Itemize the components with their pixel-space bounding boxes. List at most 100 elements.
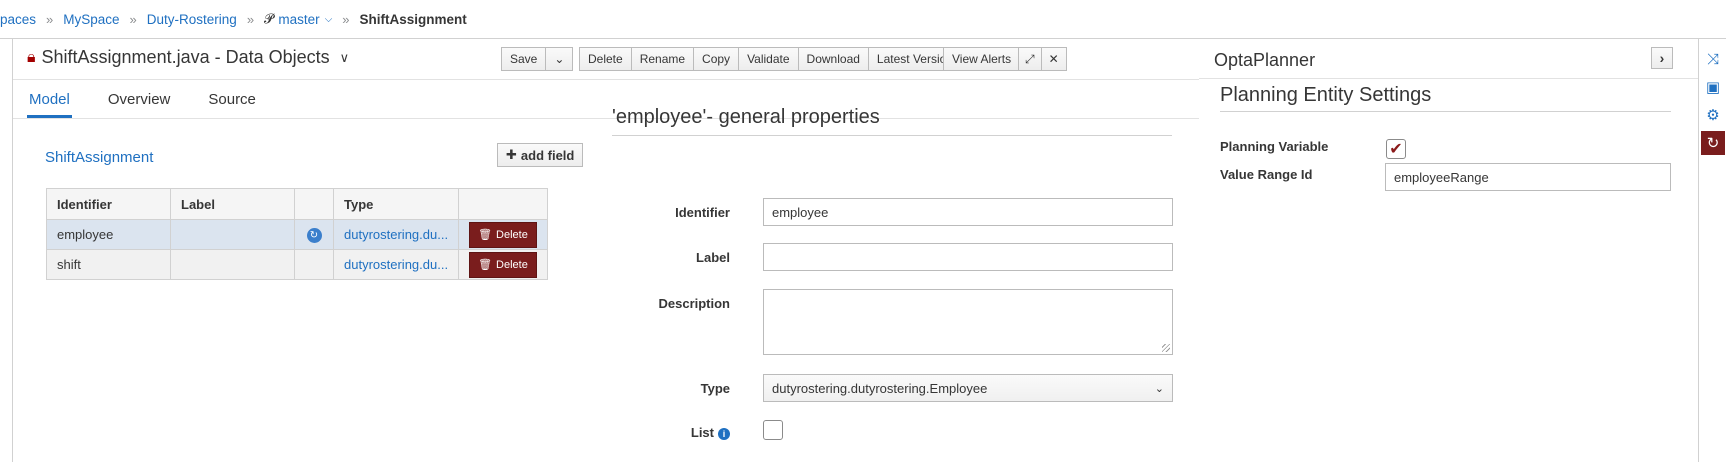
download-button[interactable]: Download: [797, 47, 869, 71]
window-controls: ⤢ ✕: [1018, 47, 1067, 71]
delete-cell: 🗑︎ Delete: [458, 249, 548, 280]
field-identifier: shift: [46, 249, 171, 280]
chevron-down-icon: ⌄: [554, 52, 565, 66]
expand-icon: ⤢: [1025, 51, 1035, 66]
copy-button[interactable]: Copy: [693, 47, 740, 71]
identifier-label: Identifier: [675, 205, 730, 220]
delete-label: Delete: [496, 258, 528, 271]
breadcrumb-separator: »: [46, 11, 54, 27]
field-type-link[interactable]: dutyrostering.du...: [332, 219, 460, 250]
planning-variable-cell: ↻: [294, 219, 334, 250]
label-input[interactable]: [763, 243, 1173, 271]
fields-table: Identifier Label Type employee ↻ dutyros…: [46, 188, 548, 280]
label-label: Label: [696, 250, 730, 265]
description-label: Description: [658, 296, 730, 311]
field-label: [170, 249, 295, 280]
planning-variable-cell: [294, 249, 334, 280]
planning-variable-label: Planning Variable: [1220, 139, 1329, 154]
add-field-button[interactable]: ✚ add field: [497, 143, 584, 167]
field-label: [170, 219, 295, 250]
list-label: List: [690, 425, 714, 440]
editor-title-bar: 🔒︎ ShiftAssignment.java - Data Objects ∨…: [13, 39, 1199, 80]
breadcrumb-separator: »: [129, 11, 137, 27]
optaplanner-header-divider: [1199, 78, 1698, 79]
file-title-menu[interactable]: 🔒︎ ShiftAssignment.java - Data Objects ∨: [27, 47, 349, 68]
general-properties-title: 'employee'- general properties: [612, 106, 880, 128]
breadcrumb-spaces[interactable]: paces: [0, 12, 36, 27]
type-label: Type: [700, 381, 730, 396]
table-header-row: Identifier Label Type: [46, 188, 548, 220]
chevron-down-icon: ∨: [339, 49, 350, 65]
breadcrumb-duty-rostering[interactable]: Duty-Rostering: [147, 12, 237, 27]
column-header-label: Label: [170, 188, 295, 220]
optaplanner-icon[interactable]: ↻: [1701, 131, 1725, 155]
add-field-label: add field: [520, 147, 575, 163]
plus-icon: ✚: [506, 147, 517, 162]
table-row[interactable]: employee ↻ dutyrostering.du... 🗑︎ Delete: [46, 219, 548, 250]
close-button[interactable]: ✕: [1040, 47, 1067, 71]
column-header-actions: [458, 188, 548, 220]
delete-cell: 🗑︎ Delete: [458, 219, 548, 250]
field-type-link[interactable]: dutyrostering.du...: [332, 249, 460, 280]
briefcase-icon[interactable]: ▣: [1701, 75, 1725, 99]
maximize-button[interactable]: ⤢: [1018, 47, 1042, 71]
list-checkbox[interactable]: [763, 420, 783, 440]
table-row[interactable]: shift dutyrostering.du... 🗑︎ Delete: [46, 249, 548, 280]
trash-icon: 🗑︎: [478, 259, 493, 271]
tab-source[interactable]: Source: [206, 80, 258, 118]
branch-selector[interactable]: 𝓟 master ⌵: [264, 11, 332, 27]
settings-divider: [1220, 111, 1671, 112]
branch-name: master: [278, 11, 320, 27]
side-tool-strip: ⤨ ▣ ⚙ ↻: [1698, 39, 1726, 462]
delete-label: Delete: [496, 228, 528, 241]
breadcrumb: paces » MySpace » Duty-Rostering » 𝓟 mas…: [0, 0, 1726, 39]
tabs-divider: [13, 118, 1199, 119]
type-select-value: dutyrostering.dutyrostering.Employee: [772, 380, 988, 396]
optaplanner-icon: ↻: [306, 228, 322, 243]
column-header-type: Type: [332, 188, 460, 220]
shuffle-icon[interactable]: ⤨: [1701, 47, 1725, 71]
save-button[interactable]: Save: [501, 47, 547, 71]
column-header-icon: [294, 188, 334, 220]
breadcrumb-separator: »: [246, 11, 255, 27]
gear-icon[interactable]: ⚙: [1701, 103, 1725, 127]
column-header-identifier: Identifier: [46, 188, 171, 220]
planning-variable-checkbox[interactable]: ✔: [1386, 139, 1406, 159]
data-object-name[interactable]: ShiftAssignment: [45, 149, 153, 166]
latest-version-label: Latest Version: [876, 52, 953, 66]
value-range-id-label: Value Range Id: [1220, 167, 1313, 182]
tab-overview[interactable]: Overview: [106, 80, 173, 118]
lock-icon: 🔒︎: [27, 48, 36, 66]
breadcrumb-myspace[interactable]: MySpace: [63, 12, 119, 27]
resize-handle-icon[interactable]: [1162, 344, 1170, 352]
description-textarea[interactable]: [763, 289, 1173, 355]
save-group: Save ⌄: [501, 47, 574, 71]
checkmark-icon: ✔: [1389, 141, 1403, 158]
view-alerts-button[interactable]: View Alerts: [943, 47, 1021, 71]
rename-button[interactable]: Rename: [630, 47, 695, 71]
value-range-id-input[interactable]: employeeRange: [1385, 163, 1671, 191]
trash-icon: 🗑︎: [478, 229, 493, 241]
planning-entity-settings-title: Planning Entity Settings: [1220, 84, 1432, 106]
type-select[interactable]: dutyrostering.dutyrostering.Employee ⌄: [763, 374, 1173, 402]
tab-model[interactable]: Model: [27, 80, 72, 118]
identifier-input[interactable]: employee: [763, 198, 1173, 226]
delete-field-button[interactable]: 🗑︎ Delete: [469, 251, 537, 278]
breadcrumb-separator: »: [342, 11, 350, 27]
delete-button[interactable]: Delete: [579, 47, 632, 71]
optaplanner-title: OptaPlanner: [1214, 50, 1316, 70]
validate-button[interactable]: Validate: [738, 47, 799, 71]
chevron-down-icon: ⌵: [324, 13, 333, 25]
list-label-group: List i: [610, 425, 730, 440]
field-identifier: employee: [46, 219, 171, 250]
file-actions-group: Delete Rename Copy Validate Download Lat…: [579, 47, 977, 71]
alerts-group: View Alerts: [943, 47, 1021, 71]
save-dropdown-button[interactable]: ⌄: [545, 47, 574, 71]
info-icon[interactable]: i: [718, 428, 730, 440]
delete-field-button[interactable]: 🗑︎ Delete: [469, 221, 537, 248]
collapse-panel-button[interactable]: ›: [1651, 47, 1673, 69]
close-icon: ✕: [1048, 52, 1059, 66]
chevron-down-icon: ⌄: [1154, 382, 1164, 395]
breadcrumb-current: ShiftAssignment: [359, 11, 467, 27]
git-branch-icon: 𝓟: [264, 11, 274, 26]
